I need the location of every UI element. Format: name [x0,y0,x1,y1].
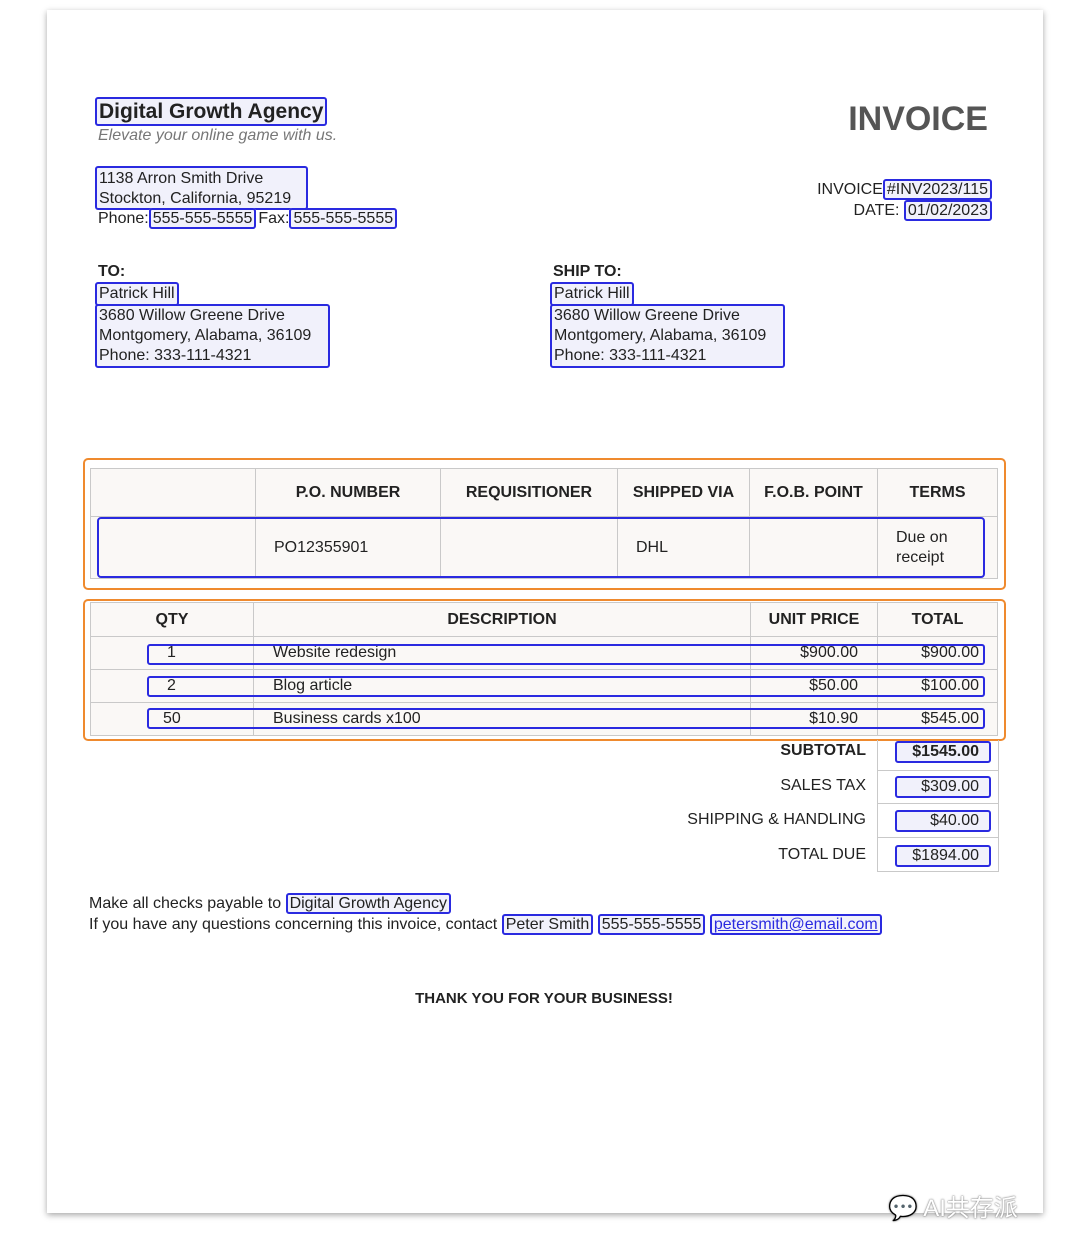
to-label: TO: [98,263,126,280]
total-due-value: $1894.00 [895,845,991,867]
item-row-annotation [147,644,985,665]
items-header: TOTAL [877,602,998,637]
company-phone-row: Phone: 555-555-5555 Fax: 555-555-5555 [98,208,398,229]
watermark: 💬 AI共存派 [888,1188,1018,1223]
company-tagline: Elevate your online game with us. [98,127,338,144]
ship-to-address1: 3680 Willow Greene Drive [554,307,740,324]
company-phone: 555-555-5555 [148,208,257,229]
contact-name: Peter Smith [501,914,594,935]
fax-label: Fax: [258,210,290,227]
contact-line: If you have any questions concerning thi… [89,914,882,935]
total-due-label: TOTAL DUE [778,846,866,863]
to-address1: 3680 Willow Greene Drive [99,307,285,324]
subtotal-label: SUBTOTAL [780,742,866,759]
invoice-number-label: INVOICE [817,181,883,198]
checks-line: Make all checks payable to Digital Growt… [89,893,451,914]
wechat-icon: 💬 [888,1195,918,1222]
phone-label: Phone: [98,210,149,227]
order-header: REQUISITIONER [440,468,618,517]
ship-to-address2: Montgomery, Alabama, 36109 [554,327,767,344]
order-header: P.O. NUMBER [255,468,441,517]
contact-text: If you have any questions concerning thi… [89,916,498,933]
ship-to-phone: Phone: 333-111-4321 [554,347,707,364]
invoice-date-label: DATE: [853,202,900,219]
company-fax: 555-555-5555 [289,208,398,229]
subtotal-value: $1545.00 [895,741,991,763]
order-header: F.O.B. POINT [749,468,878,517]
invoice-number: #INV2023/115 [882,179,992,200]
order-row-annotation [97,517,985,578]
invoice-number-row: INVOICE #INV2023/115 [817,179,992,200]
order-header: TERMS [877,468,998,517]
item-row-annotation [147,676,985,697]
to-address: 3680 Willow Greene Drive Montgomery, Alab… [95,304,330,368]
company-address: 1138 Arron Smith Drive Stockton, Califor… [95,166,308,210]
item-row-annotation [147,708,985,729]
company-name: Digital Growth Agency [95,97,328,126]
to-address2: Montgomery, Alabama, 36109 [99,327,312,344]
address-line2: Stockton, California, 95219 [99,190,292,207]
thank-you-text: THANK YOU FOR YOUR BUSINESS! [415,990,673,1007]
order-header: SHIPPED VIA [617,468,750,517]
items-header: QTY [90,602,254,637]
to-phone: Phone: 333-111-4321 [99,347,252,364]
checks-text: Make all checks payable to [89,895,282,912]
ship-to-label: SHIP TO: [553,263,622,280]
to-name: Patrick Hill [95,282,179,306]
invoice-date: 01/02/2023 [903,200,992,221]
invoice-title: INVOICE [848,100,988,138]
sales-tax-label: SALES TAX [780,777,866,794]
watermark-text: AI共存派 [923,1195,1018,1222]
contact-email-link[interactable]: petersmith@email.com [709,914,882,935]
items-header: DESCRIPTION [253,602,751,637]
items-header: UNIT PRICE [750,602,878,637]
shipping-value: $40.00 [895,810,991,832]
contact-phone: 555-555-5555 [597,914,706,935]
ship-to-address: 3680 Willow Greene Drive Montgomery, Alab… [550,304,785,368]
order-header [90,468,256,517]
shipping-label: SHIPPING & HANDLING [687,811,866,828]
checks-payee: Digital Growth Agency [285,893,451,914]
sales-tax-value: $309.00 [895,776,991,798]
ship-to-name: Patrick Hill [550,282,634,306]
address-line1: 1138 Arron Smith Drive [99,170,264,187]
invoice-date-row: DATE: 01/02/2023 [853,200,992,221]
